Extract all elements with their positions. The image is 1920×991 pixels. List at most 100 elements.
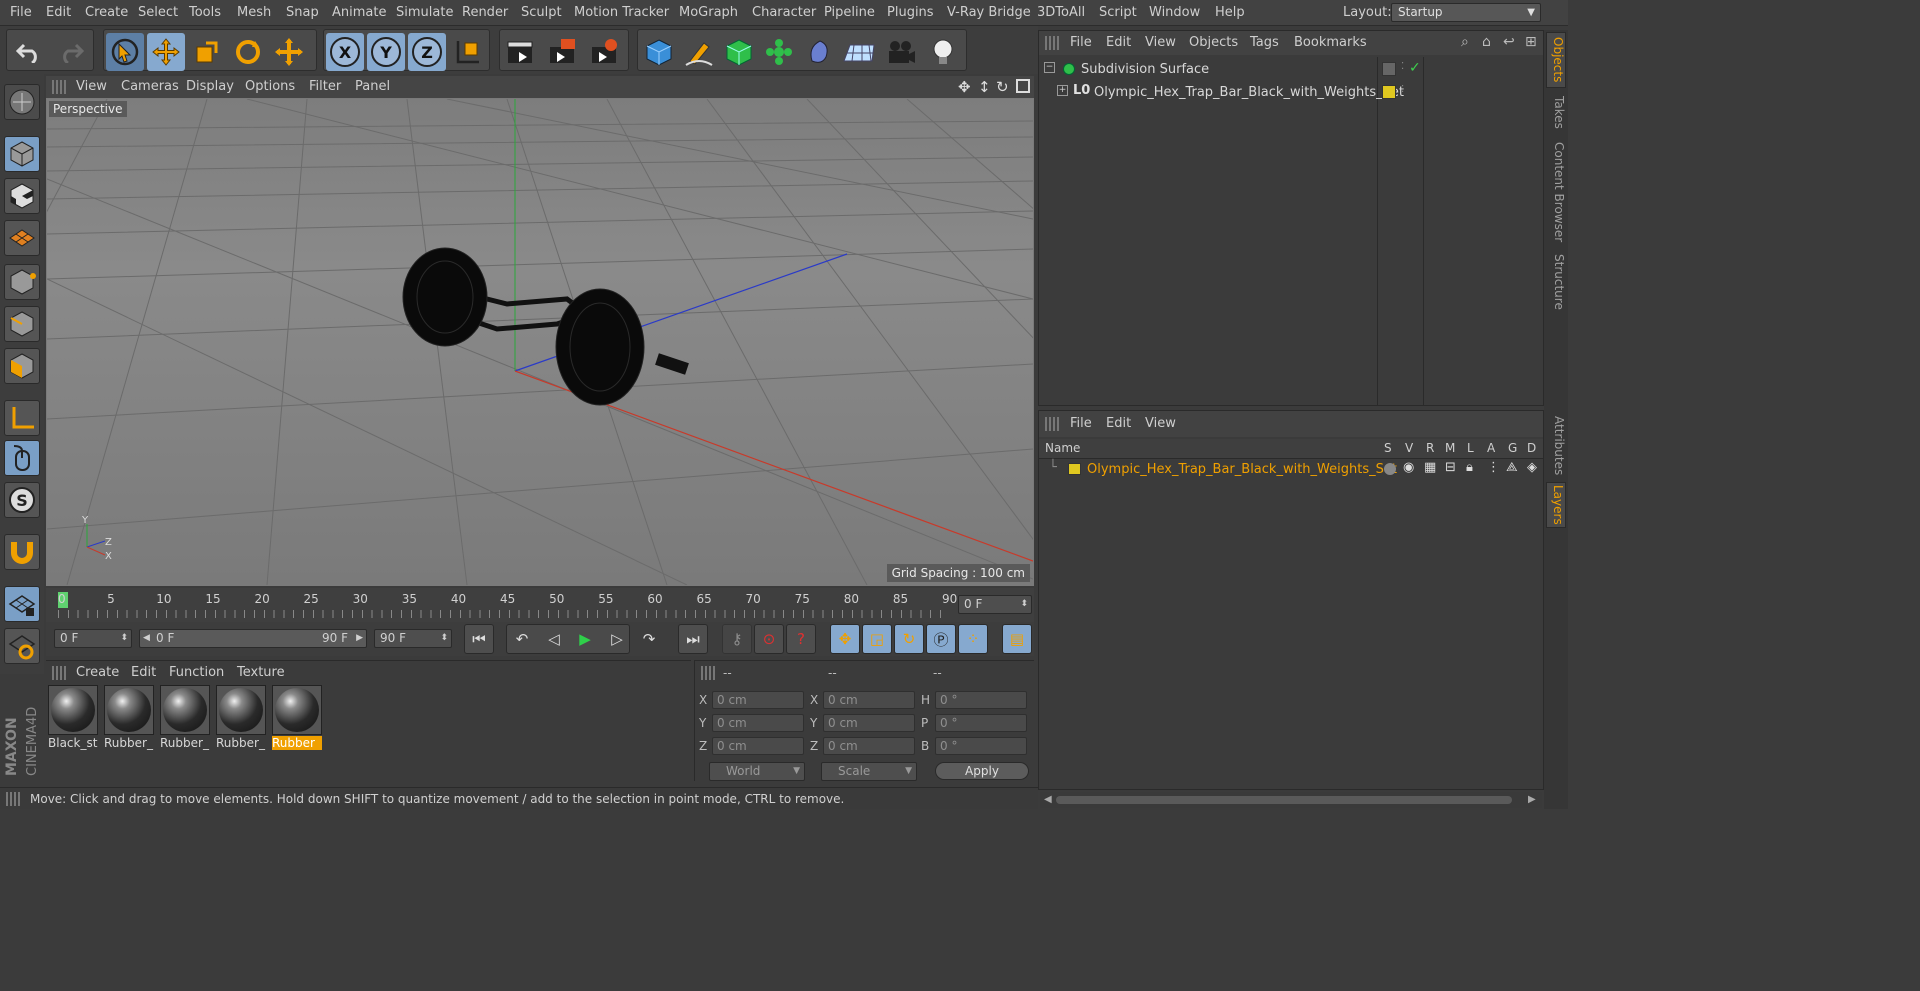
pos-y-field[interactable]: 0 cm [712,714,804,732]
zoom-view-icon[interactable]: ↕ [978,78,991,96]
menu-script[interactable]: Script [1099,5,1137,20]
edges-mode-button[interactable] [4,306,40,342]
menu-pipeline[interactable]: Pipeline [824,5,875,20]
go-to-start-button[interactable]: ⏮ [464,624,494,654]
key-position-button[interactable]: ✥ [830,624,860,654]
floor-scene-button[interactable] [840,33,878,71]
layer-tag-icon[interactable] [1382,62,1396,76]
next-key-button[interactable]: ↷ [634,624,664,654]
material-menu-edit[interactable]: Edit [131,665,156,680]
workplane-lock-button[interactable] [4,586,40,622]
key-parameter-button[interactable]: Ⓟ [926,624,956,654]
visibility-dots-icon[interactable]: ⁚ [1401,61,1404,72]
layer-horizontal-scrollbar[interactable]: ◀ ▶ [1040,792,1542,808]
deformer-button[interactable] [800,33,838,71]
objects-menu-tags[interactable]: Tags [1250,35,1279,50]
collapse-icon[interactable]: − [1044,62,1055,73]
pan-view-icon[interactable]: ✥ [958,78,971,96]
z-axis-lock-button[interactable]: Z [408,33,446,71]
layers-menu-view[interactable]: View [1145,416,1176,431]
scale-tool-button[interactable] [188,33,226,71]
tab-layers[interactable]: Layers [1546,482,1566,528]
lock-icon[interactable]: 🔒︎ [1466,460,1473,475]
material-swatch-selected[interactable]: Rubber [272,685,322,755]
pos-z-field[interactable]: 0 cm [712,737,804,755]
material-swatch[interactable]: Rubber_ [160,685,210,755]
camera-object-button[interactable] [882,33,920,71]
menu-mograph[interactable]: MoGraph [679,5,738,20]
objects-menu-file[interactable]: File [1070,35,1092,50]
render-picture-viewer-button[interactable] [544,33,582,71]
size-z-field[interactable]: 0 cm [823,737,915,755]
objects-menu-edit[interactable]: Edit [1106,35,1131,50]
menu-motion-tracker[interactable]: Motion Tracker [574,5,669,20]
menu-edit[interactable]: Edit [46,5,71,20]
previous-key-button[interactable]: ↶ [507,624,537,654]
render-settings-button[interactable] [586,33,624,71]
coord-system-select[interactable]: World ▼ [709,762,805,781]
layers-menu-file[interactable]: File [1070,416,1092,431]
scroll-right-icon[interactable]: ▶ [1528,794,1536,805]
apply-button[interactable]: Apply [935,762,1029,780]
light-object-button[interactable] [924,33,962,71]
record-keys-button[interactable]: ⚷ [722,624,752,654]
next-frame-button[interactable]: ▷ [602,624,632,654]
play-button[interactable]: ▶ [570,624,600,654]
undo-button[interactable] [10,33,48,71]
viewport-menu-panel[interactable]: Panel [355,79,390,94]
y-axis-lock-button[interactable]: Y [367,33,405,71]
objects-menu-bookmarks[interactable]: Bookmarks [1294,35,1367,50]
make-editable-button[interactable] [4,84,40,120]
scheme-settings-button[interactable]: ▤ [1002,624,1032,654]
menu-mesh[interactable]: Mesh [237,5,271,20]
size-mode-select[interactable]: Scale ▼ [821,762,917,781]
end-frame-field[interactable]: 90 F ⬍ [374,629,452,648]
autokeying-button[interactable]: ⊙ [754,624,784,654]
layer-color-swatch[interactable] [1382,85,1396,99]
cloner-button[interactable] [760,33,798,71]
start-frame-field[interactable]: 0 F ⬍ [54,629,132,648]
rotate-view-icon[interactable]: ↻ [996,78,1009,96]
expand-icon[interactable]: + [1057,85,1068,96]
layer-color-swatch[interactable] [1068,463,1081,475]
texture-mode-button[interactable] [4,178,40,214]
layer-row[interactable]: └ Olympic_Hex_Trap_Bar_Black_with_Weight… [1039,459,1543,481]
visibility-dots-icon[interactable]: ⁚ [1401,84,1404,95]
menu-character[interactable]: Character [752,5,816,20]
menu-help[interactable]: Help [1215,5,1245,20]
deformer-icon[interactable]: ◈ [1527,460,1537,475]
viewport-menu-filter[interactable]: Filter [309,79,341,94]
tweak-mode-button[interactable] [4,440,40,476]
material-menu-create[interactable]: Create [76,665,119,680]
move-tool-button[interactable] [147,33,185,71]
cube-object-button[interactable] [640,33,678,71]
material-swatch[interactable]: Rubber_ [104,685,154,755]
layers-menu-edit[interactable]: Edit [1106,416,1131,431]
viewport-perspective[interactable]: Y Z X Perspective Grid Spacing : 100 cm [46,98,1034,586]
manager-icon[interactable]: ⊟ [1445,460,1456,475]
timeline-ruler[interactable]: 0 5 10 15 20 25 30 35 40 45 50 55 60 65 70 75 80 85 90 0 F… [46,588,1034,622]
new-view-icon[interactable]: ⊞ [1525,34,1537,50]
spline-pen-button[interactable] [680,33,718,71]
render-clapboard-icon[interactable]: ▦ [1424,460,1436,475]
polygons-mode-button[interactable] [4,348,40,384]
key-pla-button[interactable]: ⁘ [958,624,988,654]
enabled-check-icon[interactable]: ✓ [1409,60,1421,76]
key-rotation-button[interactable]: ↻ [894,624,924,654]
tab-structure[interactable]: Structure [1546,252,1566,312]
solo-mode-button[interactable]: S [4,482,40,518]
key-scale-button[interactable]: ◲ [862,624,892,654]
menu-animate[interactable]: Animate [332,5,386,20]
redo-button[interactable] [52,33,90,71]
objects-menu-view[interactable]: View [1145,35,1176,50]
current-frame-field[interactable]: 0 F ⬍ [958,595,1032,614]
tab-content-browser[interactable]: Content Browser [1546,138,1566,246]
rot-p-field[interactable]: 0 ° [935,714,1027,732]
previous-frame-button[interactable]: ◁ [539,624,569,654]
go-to-end-button[interactable]: ⏭ [678,624,708,654]
menu-vray-bridge[interactable]: V-Ray Bridge [947,5,1031,20]
back-icon[interactable]: ↩ [1503,34,1515,50]
animation-icon[interactable]: ⋮ [1487,460,1500,475]
render-view-button[interactable] [502,33,540,71]
maximize-view-icon[interactable] [1016,79,1030,93]
